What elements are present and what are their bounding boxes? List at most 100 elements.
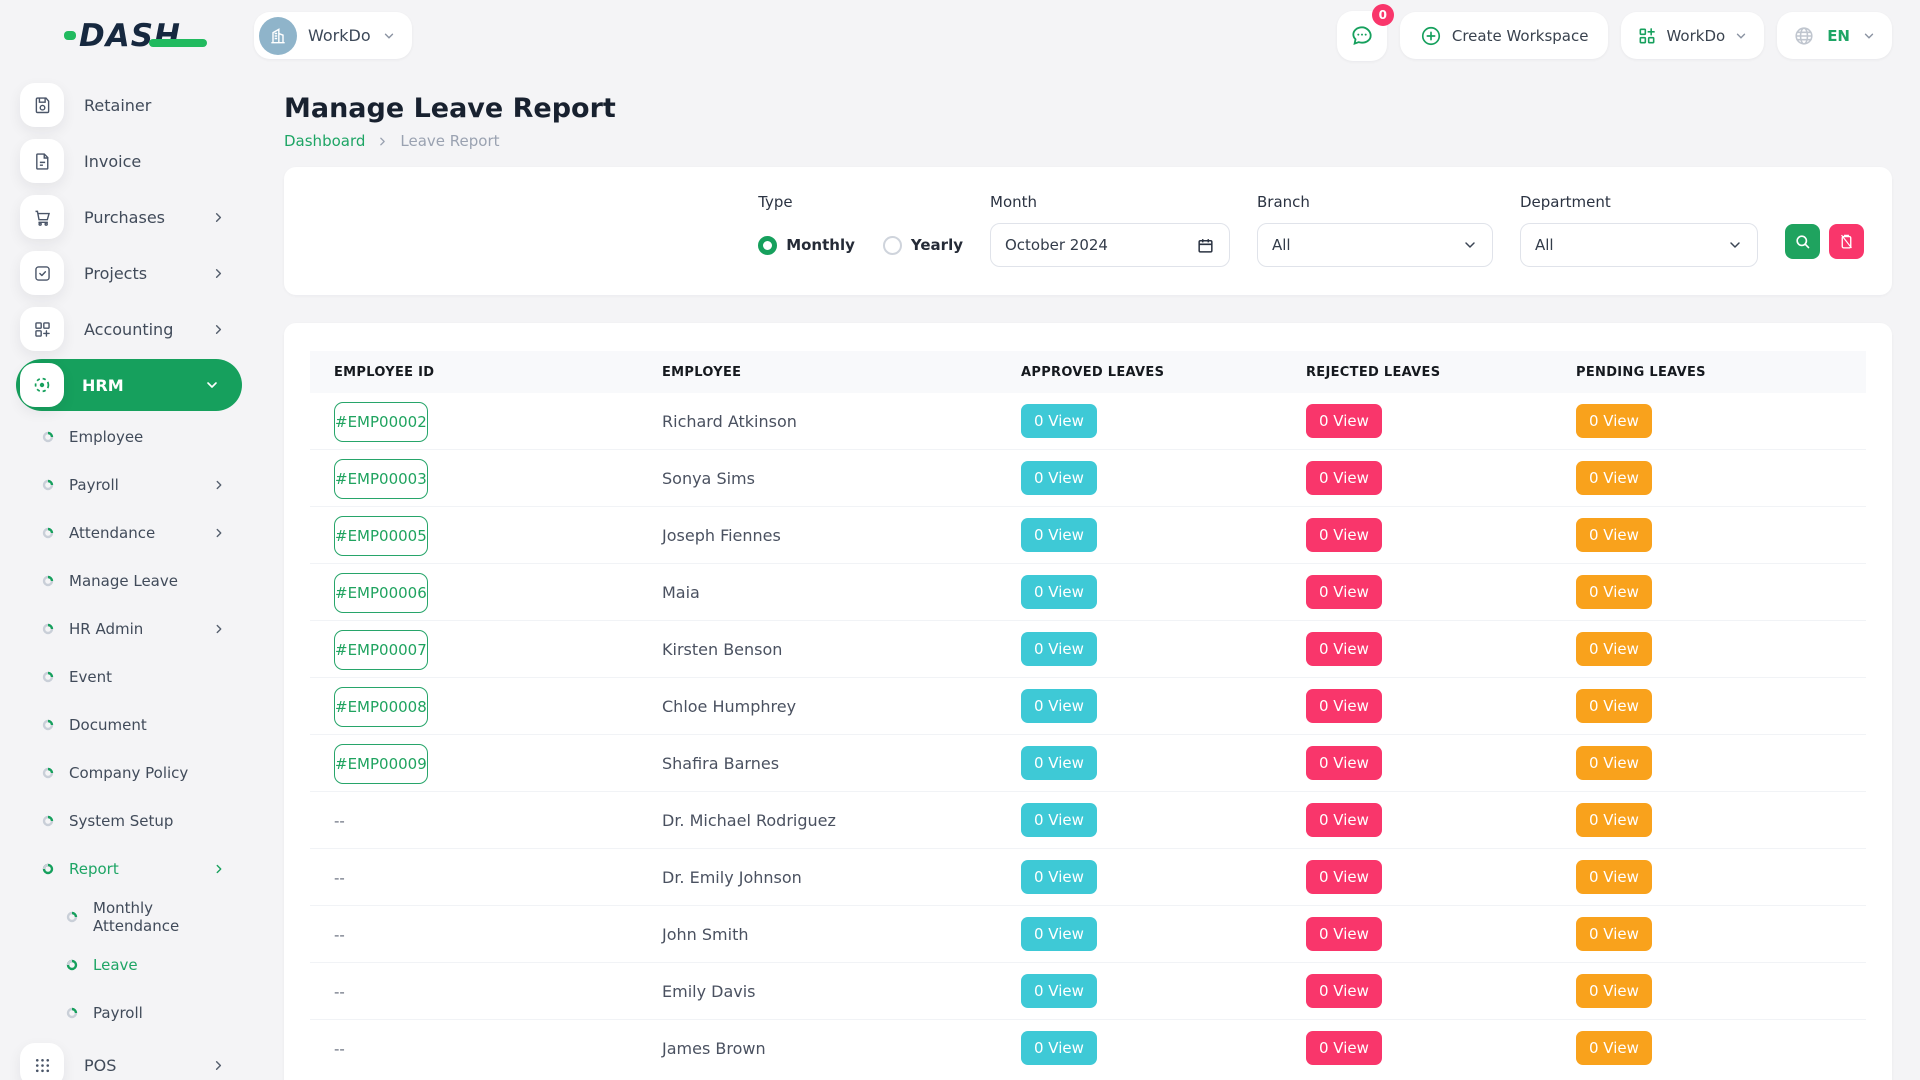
- cart-icon: [32, 207, 53, 228]
- pending-leaves-badge[interactable]: 0 View: [1576, 746, 1652, 780]
- employee-id-badge[interactable]: #EMP00002: [334, 402, 428, 442]
- rejected-leaves-badge[interactable]: 0 View: [1306, 1031, 1382, 1065]
- messages-button[interactable]: 0: [1337, 11, 1387, 61]
- sidebar-item-document[interactable]: Document: [16, 701, 242, 749]
- month-input[interactable]: October 2024: [990, 223, 1230, 267]
- sidebar-item-invoice[interactable]: Invoice: [16, 133, 242, 189]
- approved-leaves-badge[interactable]: 0 View: [1021, 803, 1097, 837]
- breadcrumb-current: Leave Report: [400, 132, 499, 150]
- bullet-icon: [42, 863, 54, 875]
- pending-leaves-badge[interactable]: 0 View: [1576, 917, 1652, 951]
- rejected-leaves-badge[interactable]: 0 View: [1306, 518, 1382, 552]
- reset-button[interactable]: [1829, 224, 1864, 259]
- pending-leaves-badge[interactable]: 0 View: [1576, 632, 1652, 666]
- radio-yearly[interactable]: Yearly: [883, 236, 963, 255]
- pending-leaves-badge[interactable]: 0 View: [1576, 974, 1652, 1008]
- radio-monthly[interactable]: Monthly: [758, 236, 855, 255]
- leave-report-table-card: EMPLOYEE ID EMPLOYEE APPROVED LEAVES REJ…: [284, 323, 1892, 1080]
- employee-id-badge[interactable]: #EMP00008: [334, 687, 428, 727]
- breadcrumb-dashboard-link[interactable]: Dashboard: [284, 132, 365, 150]
- bullet-icon: [66, 911, 78, 923]
- radio-selected-icon: [758, 236, 777, 255]
- search-button[interactable]: [1785, 224, 1820, 259]
- employee-id-badge[interactable]: #EMP00005: [334, 516, 428, 556]
- bullet-icon: [42, 479, 54, 491]
- sidebar-item-leave[interactable]: Leave: [16, 941, 242, 989]
- employee-id-badge[interactable]: #EMP00003: [334, 459, 428, 499]
- sidebar-item-purchases[interactable]: Purchases: [16, 189, 242, 245]
- pending-leaves-badge[interactable]: 0 View: [1576, 689, 1652, 723]
- employee-name: Dr. Emily Johnson: [662, 868, 1021, 887]
- table-header: EMPLOYEE ID EMPLOYEE APPROVED LEAVES REJ…: [310, 351, 1866, 393]
- approved-leaves-badge[interactable]: 0 View: [1021, 632, 1097, 666]
- sidebar-item-attendance[interactable]: Attendance: [16, 509, 242, 557]
- dash-logo[interactable]: DASH: [64, 18, 181, 54]
- chevron-right-icon: [211, 210, 226, 225]
- radio-unselected-icon: [883, 236, 902, 255]
- plus-circle-icon: [1420, 25, 1442, 47]
- approved-leaves-badge[interactable]: 0 View: [1021, 404, 1097, 438]
- sidebar-item-hr-admin[interactable]: HR Admin: [16, 605, 242, 653]
- employee-name: Richard Atkinson: [662, 412, 1021, 431]
- rejected-leaves-badge[interactable]: 0 View: [1306, 860, 1382, 894]
- sidebar-item-system-setup[interactable]: System Setup: [16, 797, 242, 845]
- rejected-leaves-badge[interactable]: 0 View: [1306, 917, 1382, 951]
- rejected-leaves-badge[interactable]: 0 View: [1306, 746, 1382, 780]
- rejected-leaves-badge[interactable]: 0 View: [1306, 404, 1382, 438]
- create-workspace-button[interactable]: Create Workspace: [1400, 12, 1609, 59]
- pending-leaves-badge[interactable]: 0 View: [1576, 803, 1652, 837]
- rejected-leaves-badge[interactable]: 0 View: [1306, 575, 1382, 609]
- sidebar-item-event[interactable]: Event: [16, 653, 242, 701]
- chevron-down-icon: [1727, 237, 1743, 253]
- chevron-down-icon: [382, 29, 396, 43]
- pending-leaves-badge[interactable]: 0 View: [1576, 461, 1652, 495]
- approved-leaves-badge[interactable]: 0 View: [1021, 974, 1097, 1008]
- approved-leaves-badge[interactable]: 0 View: [1021, 746, 1097, 780]
- approved-leaves-badge[interactable]: 0 View: [1021, 1031, 1097, 1065]
- sidebar-item-accounting[interactable]: Accounting: [16, 301, 242, 357]
- bullet-icon: [42, 671, 54, 683]
- approved-leaves-badge[interactable]: 0 View: [1021, 860, 1097, 894]
- approved-leaves-badge[interactable]: 0 View: [1021, 689, 1097, 723]
- table-row: -- Dr. Emily Johnson 0 View 0 View 0 Vie…: [310, 848, 1866, 905]
- department-select[interactable]: All: [1520, 223, 1758, 267]
- language-selector[interactable]: EN: [1777, 12, 1892, 59]
- sidebar-item-hrm[interactable]: HRM: [16, 359, 242, 411]
- col-approved: APPROVED LEAVES: [1021, 365, 1306, 380]
- pending-leaves-badge[interactable]: 0 View: [1576, 404, 1652, 438]
- approved-leaves-badge[interactable]: 0 View: [1021, 917, 1097, 951]
- employee-id-badge[interactable]: #EMP00009: [334, 744, 428, 784]
- col-rejected: REJECTED LEAVES: [1306, 365, 1576, 380]
- pending-leaves-badge[interactable]: 0 View: [1576, 518, 1652, 552]
- rejected-leaves-badge[interactable]: 0 View: [1306, 632, 1382, 666]
- employee-id-badge[interactable]: #EMP00007: [334, 630, 428, 670]
- rejected-leaves-badge[interactable]: 0 View: [1306, 974, 1382, 1008]
- approved-leaves-badge[interactable]: 0 View: [1021, 518, 1097, 552]
- branch-select[interactable]: All: [1257, 223, 1493, 267]
- sidebar-item-payroll[interactable]: Payroll: [16, 461, 242, 509]
- sidebar-item-company-policy[interactable]: Company Policy: [16, 749, 242, 797]
- rejected-leaves-badge[interactable]: 0 View: [1306, 461, 1382, 495]
- approved-leaves-badge[interactable]: 0 View: [1021, 461, 1097, 495]
- sidebar-item-pos[interactable]: POS: [16, 1037, 242, 1080]
- workspace-selector[interactable]: WorkDo: [254, 12, 412, 59]
- approved-leaves-badge[interactable]: 0 View: [1021, 575, 1097, 609]
- pending-leaves-badge[interactable]: 0 View: [1576, 575, 1652, 609]
- chevron-right-icon: [212, 526, 226, 540]
- sidebar-item-manage-leave[interactable]: Manage Leave: [16, 557, 242, 605]
- sidebar-item-projects[interactable]: Projects: [16, 245, 242, 301]
- pending-leaves-badge[interactable]: 0 View: [1576, 860, 1652, 894]
- rejected-leaves-badge[interactable]: 0 View: [1306, 803, 1382, 837]
- sidebar-item-payroll-report[interactable]: Payroll: [16, 989, 242, 1037]
- target-icon: [31, 374, 53, 396]
- sidebar-item-report[interactable]: Report: [16, 845, 242, 893]
- rejected-leaves-badge[interactable]: 0 View: [1306, 689, 1382, 723]
- sidebar-item-employee[interactable]: Employee: [16, 413, 242, 461]
- sidebar-item-monthly-attendance[interactable]: Monthly Attendance: [16, 893, 242, 941]
- pending-leaves-badge[interactable]: 0 View: [1576, 1031, 1652, 1065]
- workdo-menu-button[interactable]: WorkDo: [1621, 12, 1764, 59]
- chevron-right-icon: [376, 135, 389, 148]
- employee-id-badge[interactable]: #EMP00006: [334, 573, 428, 613]
- employee-name: Joseph Fiennes: [662, 526, 1021, 545]
- sidebar-item-retainer[interactable]: Retainer: [16, 77, 242, 133]
